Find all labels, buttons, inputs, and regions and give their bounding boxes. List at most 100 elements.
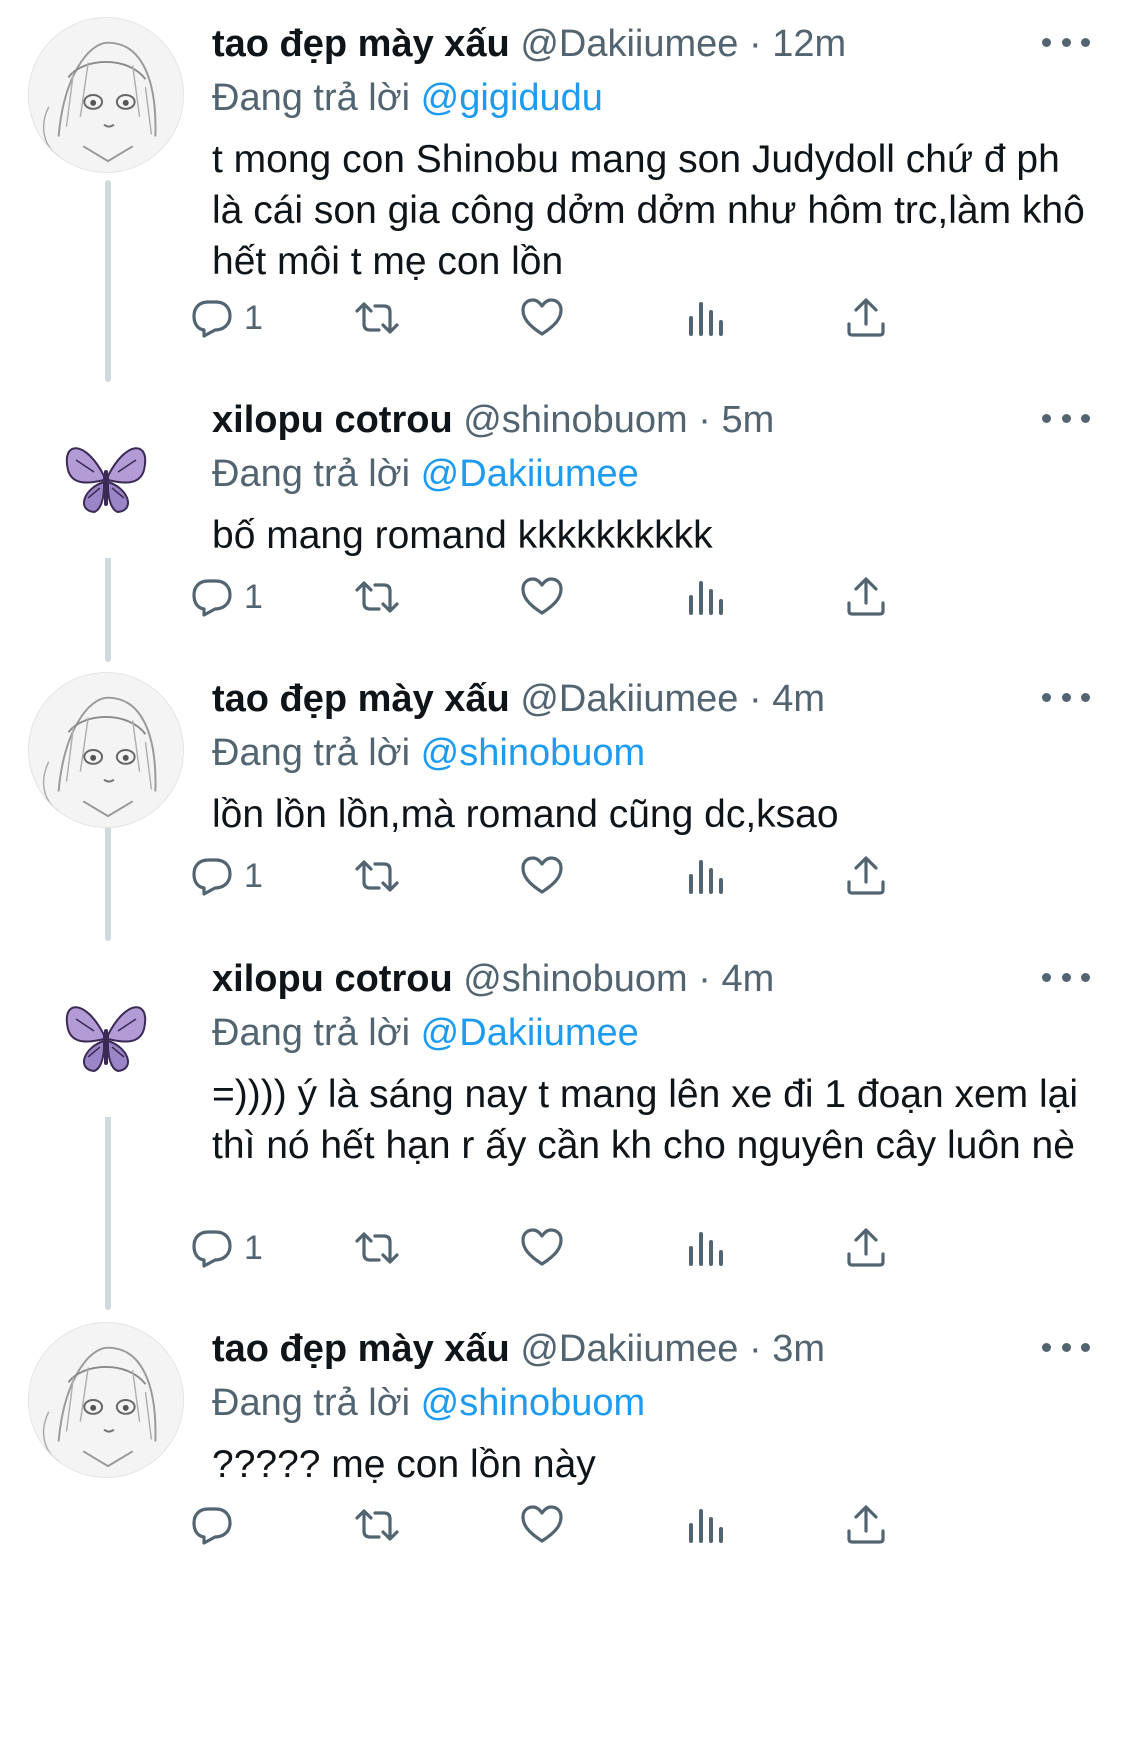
more-options-icon[interactable]	[1042, 1335, 1090, 1359]
retweet-icon	[353, 573, 401, 621]
sketch-avatar-icon[interactable]	[28, 1322, 184, 1478]
reply-count: 1	[244, 1228, 263, 1267]
analytics-button[interactable]	[682, 848, 730, 904]
replying-label: Đang trả lời	[212, 453, 411, 495]
analytics-button[interactable]	[682, 1220, 730, 1276]
tweet[interactable]: tao đẹp mày xấu @Dakiiumee · 4m Đang trả…	[0, 655, 1125, 935]
separator: ·	[748, 678, 762, 720]
tweet-text: bố mang romand kkkkkkkkkk	[212, 514, 713, 557]
reply-icon	[188, 294, 236, 342]
analytics-button[interactable]	[682, 290, 730, 346]
action-bar: 1	[212, 290, 1012, 346]
tweet-text: lồn lồn lồn,mà romand cũng dc,ksao	[212, 793, 839, 836]
share-icon	[842, 1501, 890, 1549]
author-handle[interactable]: @Dakiiumee	[520, 678, 738, 720]
tweet[interactable]: xilopu cotrou @shinobuom · 4m Đang trả l…	[0, 935, 1125, 1305]
share-button[interactable]	[842, 1497, 890, 1553]
sketch-avatar-icon[interactable]	[28, 17, 184, 173]
more-options-icon[interactable]	[1042, 406, 1090, 430]
reply-icon	[188, 852, 236, 900]
retweet-icon	[353, 294, 401, 342]
tweet[interactable]: tao đẹp mày xấu @Dakiiumee · 12m Đang tr…	[0, 0, 1125, 380]
more-options-icon[interactable]	[1042, 685, 1090, 709]
mention-link[interactable]: @shinobuom	[421, 1382, 645, 1424]
replying-to: Đang trả lời @Dakiiumee	[212, 1005, 639, 1061]
timestamp[interactable]: 4m	[721, 958, 774, 1000]
author-handle[interactable]: @shinobuom	[463, 958, 687, 1000]
tweet[interactable]: tao đẹp mày xấu @Dakiiumee · 3m Đang trả…	[0, 1305, 1125, 1752]
reply-button[interactable]: 1	[188, 290, 263, 346]
reply-button[interactable]: 1	[188, 1220, 263, 1276]
replying-label: Đang trả lời	[212, 732, 411, 774]
tweet-header: xilopu cotrou @shinobuom · 4m	[212, 951, 774, 1007]
share-button[interactable]	[842, 569, 890, 625]
timestamp[interactable]: 12m	[772, 23, 846, 65]
separator: ·	[748, 1328, 762, 1370]
mention-link[interactable]: @gigidudu	[421, 77, 603, 119]
share-button[interactable]	[842, 848, 890, 904]
author-handle[interactable]: @Dakiiumee	[520, 1328, 738, 1370]
timestamp[interactable]: 4m	[772, 678, 825, 720]
like-button[interactable]	[518, 290, 566, 346]
butterfly-icon[interactable]	[28, 961, 184, 1117]
retweet-icon	[353, 1501, 401, 1549]
like-button[interactable]	[518, 569, 566, 625]
author-handle[interactable]: @shinobuom	[463, 399, 687, 441]
reply-button[interactable]: 1	[188, 569, 263, 625]
author-name[interactable]: tao đẹp mày xấu	[212, 1328, 510, 1370]
share-icon	[842, 573, 890, 621]
share-icon	[842, 1224, 890, 1272]
mention-link[interactable]: @shinobuom	[421, 732, 645, 774]
share-button[interactable]	[842, 1220, 890, 1276]
analytics-icon	[682, 852, 730, 900]
reply-button[interactable]	[188, 1497, 244, 1553]
analytics-button[interactable]	[682, 569, 730, 625]
timestamp[interactable]: 3m	[772, 1328, 825, 1370]
reply-count: 1	[244, 577, 263, 616]
retweet-button[interactable]	[353, 1497, 401, 1553]
like-button[interactable]	[518, 1497, 566, 1553]
sketch-avatar-icon[interactable]	[28, 672, 184, 828]
replying-label: Đang trả lời	[212, 77, 411, 119]
share-icon	[842, 852, 890, 900]
author-handle[interactable]: @Dakiiumee	[520, 23, 738, 65]
retweet-button[interactable]	[353, 848, 401, 904]
author-name[interactable]: xilopu cotrou	[212, 958, 453, 1000]
analytics-button[interactable]	[682, 1497, 730, 1553]
tweet-header: xilopu cotrou @shinobuom · 5m	[212, 392, 774, 448]
reply-icon	[188, 1224, 236, 1272]
replying-to: Đang trả lời @gigidudu	[212, 70, 603, 126]
retweet-icon	[353, 852, 401, 900]
butterfly-icon[interactable]	[28, 402, 184, 558]
like-icon	[518, 1224, 566, 1272]
share-button[interactable]	[842, 290, 890, 346]
author-name[interactable]: xilopu cotrou	[212, 399, 453, 441]
retweet-button[interactable]	[353, 290, 401, 346]
action-bar: 1	[212, 1220, 1012, 1276]
like-icon	[518, 1501, 566, 1549]
retweet-button[interactable]	[353, 1220, 401, 1276]
more-options-icon[interactable]	[1042, 965, 1090, 989]
timestamp[interactable]: 5m	[721, 399, 774, 441]
tweet[interactable]: xilopu cotrou @shinobuom · 5m Đang trả l…	[0, 376, 1125, 656]
author-name[interactable]: tao đẹp mày xấu	[212, 678, 510, 720]
like-button[interactable]	[518, 1220, 566, 1276]
replying-to: Đang trả lời @Dakiiumee	[212, 446, 639, 502]
share-icon	[842, 294, 890, 342]
analytics-icon	[682, 573, 730, 621]
mention-link[interactable]: @Dakiiumee	[421, 453, 639, 495]
reply-button[interactable]: 1	[188, 848, 263, 904]
tweet-header: tao đẹp mày xấu @Dakiiumee · 4m	[212, 671, 825, 727]
action-bar	[212, 1497, 1012, 1553]
mention-link[interactable]: @Dakiiumee	[421, 1012, 639, 1054]
retweet-button[interactable]	[353, 569, 401, 625]
analytics-icon	[682, 1501, 730, 1549]
reply-icon	[188, 1501, 236, 1549]
like-button[interactable]	[518, 848, 566, 904]
analytics-icon	[682, 294, 730, 342]
analytics-icon	[682, 1224, 730, 1272]
author-name[interactable]: tao đẹp mày xấu	[212, 23, 510, 65]
tweet-header: tao đẹp mày xấu @Dakiiumee · 12m	[212, 16, 846, 72]
more-options-icon[interactable]	[1042, 30, 1090, 54]
action-bar: 1	[212, 848, 1012, 904]
